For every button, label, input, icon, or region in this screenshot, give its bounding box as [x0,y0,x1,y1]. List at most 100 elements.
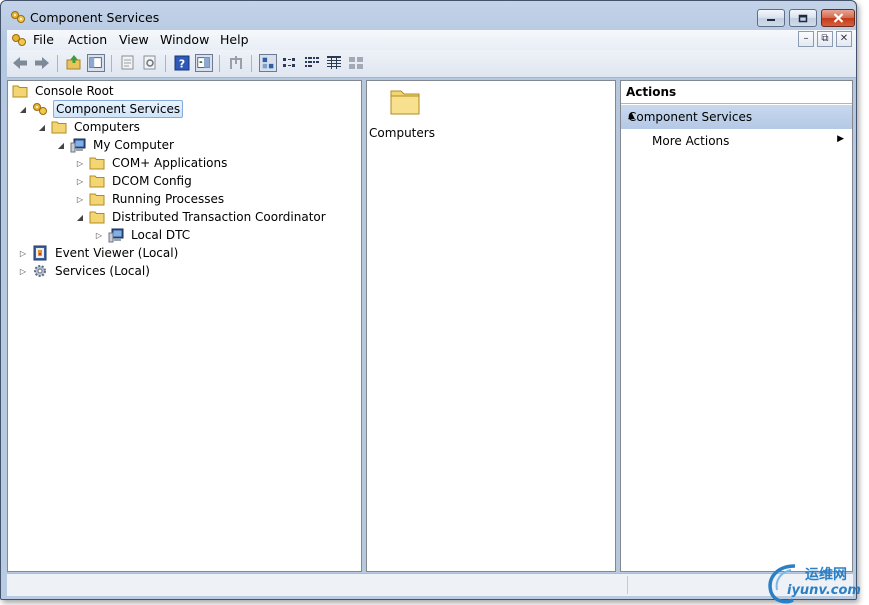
tree-item-services[interactable]: ▷ Services (Local) [18,262,152,280]
list-view-icon[interactable] [303,54,321,72]
expanded-triangle-icon[interactable]: ◢ [75,212,85,222]
collapsed-triangle-icon[interactable]: ▷ [18,248,28,258]
tree-item-distributed-transaction-coordinator[interactable]: ◢ Distributed Transaction Coordinator [75,208,328,226]
event-viewer-icon [33,245,47,261]
tree-item-computers[interactable]: ◢ Computers [37,118,142,136]
folder-icon [89,193,105,206]
show-action-pane-icon[interactable] [195,54,213,72]
tree-item-label: Local DTC [131,228,191,242]
window-title: Component Services [30,10,160,25]
actions-header-title: Actions [626,85,677,99]
export-list-icon[interactable] [227,54,245,72]
collapsed-triangle-icon[interactable]: ▷ [18,266,28,276]
tree-item-label: Running Processes [112,192,225,206]
services-gear-icon [34,265,46,277]
computer-icon [70,138,86,153]
tree-item-label: Console Root [35,84,114,98]
list-item-label: Computers [369,126,435,140]
tree-item-com-plus-applications[interactable]: ▷ COM+ Applications [75,154,229,172]
folder-icon [51,121,67,134]
tree-item-label: Component Services [53,100,184,118]
forward-arrow-icon[interactable] [33,54,51,72]
small-icons-view-icon[interactable] [281,54,299,72]
tree-item-label: My Computer [93,138,174,152]
collapsed-triangle-icon[interactable]: ▷ [75,158,85,168]
tree-item-label: COM+ Applications [112,156,228,170]
minimize-icon [767,19,775,21]
list-item-computers[interactable]: Computers [369,87,435,140]
folder-icon [12,85,28,98]
tree-item-label: Services (Local) [55,264,150,278]
more-actions-item[interactable]: More Actions [652,134,729,148]
toolbar: ? [7,50,856,78]
tree-item-component-services[interactable]: ◢ Component Services [18,100,184,118]
toolbar-separator [251,55,252,72]
arrange-icon[interactable] [347,54,365,72]
actions-group-component-services[interactable]: Component Services ▲ [621,105,852,129]
actions-header: Actions [621,81,852,104]
tree-item-event-viewer[interactable]: ▷ Event Viewer (Local) [18,244,180,262]
component-services-icon [33,103,47,115]
collapsed-triangle-icon[interactable]: ▷ [75,176,85,186]
expanded-triangle-icon[interactable]: ◢ [56,140,66,150]
tree-item-label: Distributed Transaction Coordinator [112,210,326,224]
collapse-triangle-icon[interactable]: ▲ [628,111,844,121]
menu-help[interactable]: Help [220,32,249,47]
component-services-icon [11,11,25,23]
client-area: Console Root ◢ Component Services ◢ Comp… [7,80,853,572]
watermark-logo: 运维网 iyunv.com [765,560,869,605]
refresh-icon[interactable] [141,54,159,72]
restore-icon [798,14,808,22]
close-button[interactable] [821,9,855,27]
large-icons-view-icon[interactable] [259,54,277,72]
toolbar-separator [219,55,220,72]
watermark-en-text: iyunv.com [787,583,861,598]
collapsed-triangle-icon[interactable]: ▷ [94,230,104,240]
component-services-menu-icon[interactable] [11,32,27,48]
detail-view-icon[interactable] [325,54,343,72]
tree-item-local-dtc[interactable]: ▷ Local DTC [94,226,192,244]
computer-icon [108,228,124,243]
folder-icon [390,90,420,115]
back-arrow-icon[interactable] [11,54,29,72]
watermark-cn-text: 运维网 [805,567,847,583]
minimize-button[interactable] [757,9,785,27]
up-folder-icon[interactable] [65,54,83,72]
tree-item-label: DCOM Config [112,174,192,188]
status-cell [7,576,628,594]
tree-item-label: Event Viewer (Local) [55,246,179,260]
mdi-restore-button[interactable]: ⧉ [817,31,833,47]
mdi-minimize-button[interactable]: – [798,31,814,47]
restore-button[interactable] [789,9,817,27]
tree-item-my-computer[interactable]: ◢ My Computer [56,136,176,154]
properties-icon[interactable] [119,54,137,72]
menu-window[interactable]: Window [160,32,209,47]
show-hide-console-tree-icon[interactable] [87,54,105,72]
tree-item-running-processes[interactable]: ▷ Running Processes [75,190,226,208]
actions-pane: Actions Component Services ▲ More Action… [620,80,853,572]
svg-text:?: ? [179,58,185,71]
tree-item-console-root[interactable]: Console Root [12,82,116,100]
mdi-close-button[interactable]: ✕ [836,31,852,47]
help-icon[interactable]: ? [173,54,191,72]
application-window: Component Services File Action View Wind… [0,0,857,600]
submenu-arrow-icon[interactable]: ▶ [837,134,844,144]
expanded-triangle-icon[interactable]: ◢ [18,104,28,114]
toolbar-separator [111,55,112,72]
expanded-triangle-icon[interactable]: ◢ [37,122,47,132]
folder-icon [89,157,105,170]
collapsed-triangle-icon[interactable]: ▷ [75,194,85,204]
tree-item-label: Computers [74,120,140,134]
menu-file[interactable]: File [33,32,54,47]
folder-icon [89,211,105,224]
folder-icon [89,175,105,188]
result-list-pane: Computers [366,80,616,572]
tree-item-dcom-config[interactable]: ▷ DCOM Config [75,172,194,190]
menu-bar: File Action View Window Help – ⧉ ✕ [7,30,856,50]
toolbar-separator [57,55,58,72]
status-bar [7,573,853,596]
close-icon [833,13,843,23]
title-bar[interactable]: Component Services [1,1,856,31]
menu-view[interactable]: View [119,32,149,47]
menu-action[interactable]: Action [68,32,107,47]
